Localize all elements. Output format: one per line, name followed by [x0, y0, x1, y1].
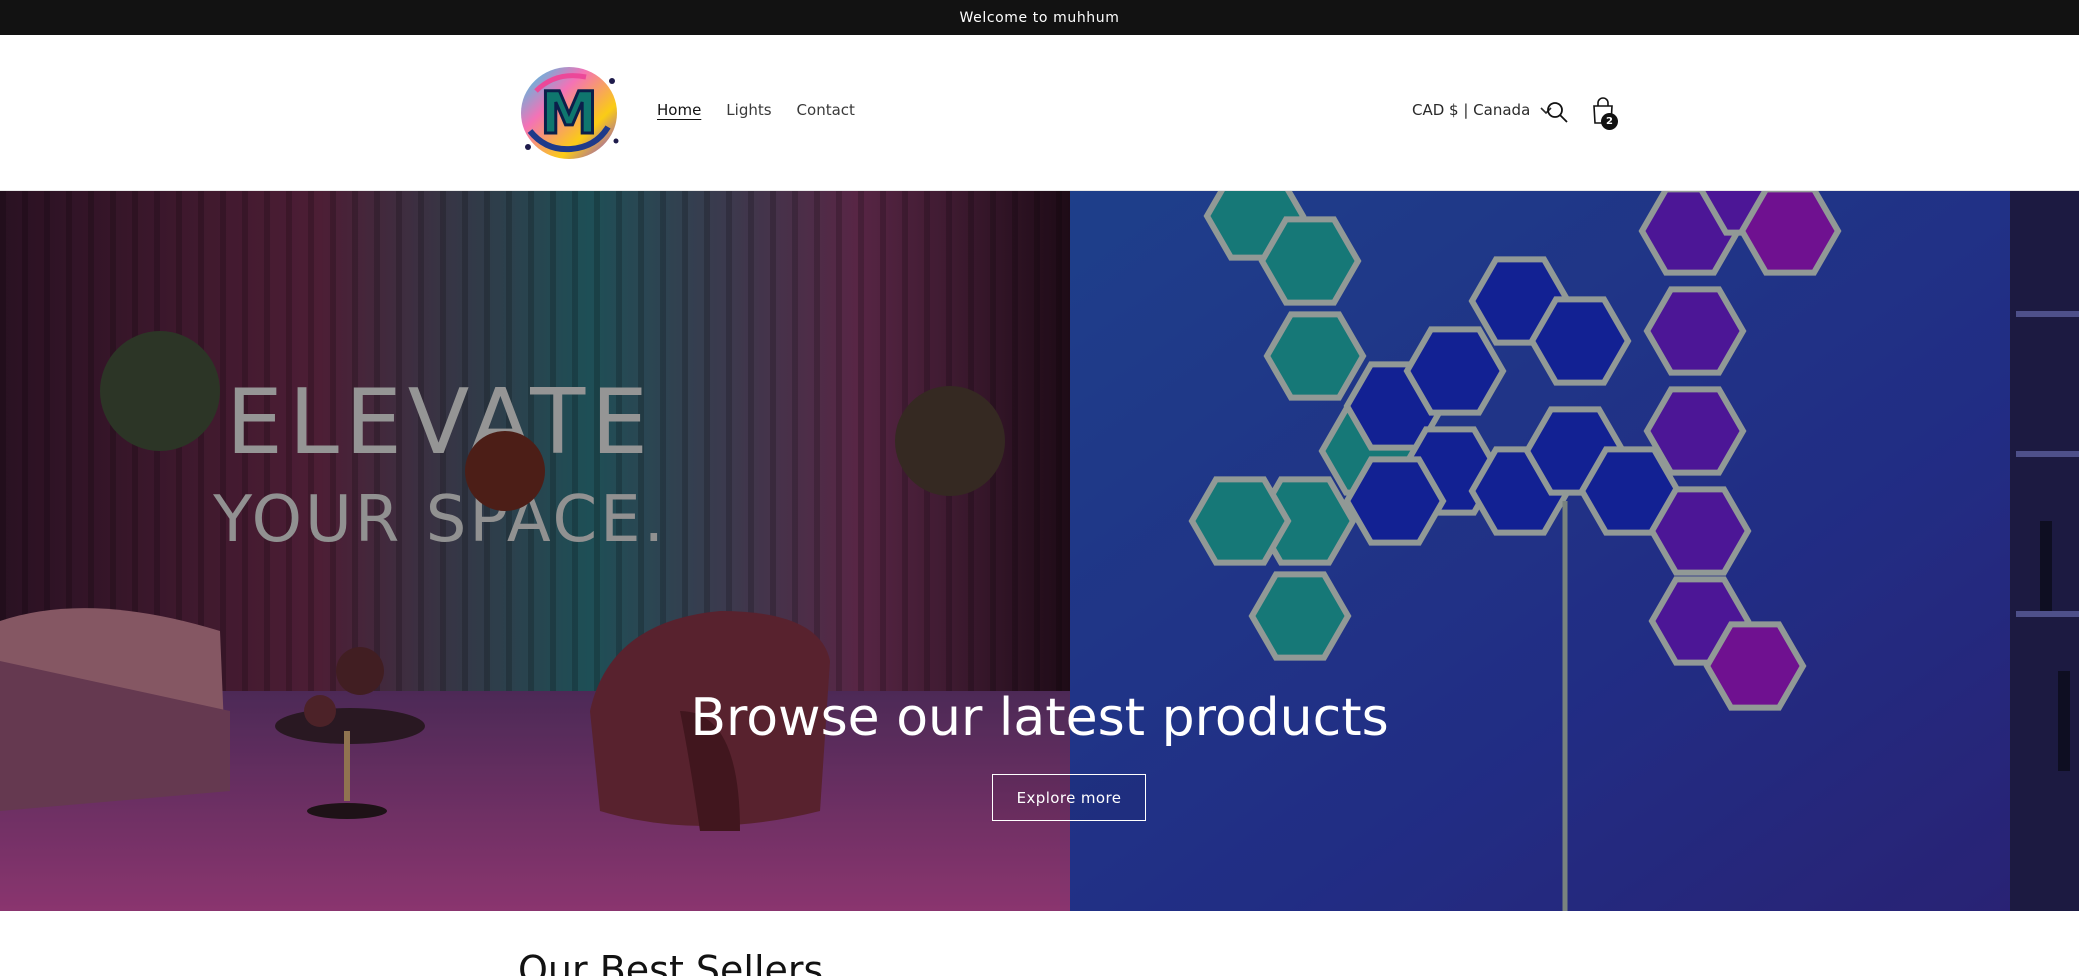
explore-more-button[interactable]: Explore more — [992, 774, 1146, 821]
search-icon[interactable] — [1545, 100, 1569, 124]
store-logo[interactable]: M — [516, 61, 622, 165]
nav-link-lights[interactable]: Lights — [726, 101, 771, 119]
hero-heading: Browse our latest products — [690, 688, 1389, 748]
nav-link-contact[interactable]: Contact — [797, 101, 855, 119]
cart-count-badge: 2 — [1601, 113, 1618, 130]
announcement-text: Welcome to muhhum — [959, 9, 1120, 26]
locale-label: CAD $ | Canada — [1412, 101, 1531, 119]
nav-link-home[interactable]: Home — [657, 101, 701, 119]
country-currency-selector[interactable]: CAD $ | Canada — [1412, 101, 1552, 119]
hero-banner: ELEVATE YOUR SPACE. Browse our latest pr… — [0, 191, 2079, 911]
site-header: M Home Lights Contact CAD $ | Canada 2 — [0, 35, 2079, 191]
main-nav: Home Lights Contact — [657, 101, 855, 119]
svg-text:M: M — [540, 79, 598, 147]
best-sellers-heading: Our Best Sellers — [518, 948, 824, 976]
announcement-bar: Welcome to muhhum — [0, 0, 2079, 35]
